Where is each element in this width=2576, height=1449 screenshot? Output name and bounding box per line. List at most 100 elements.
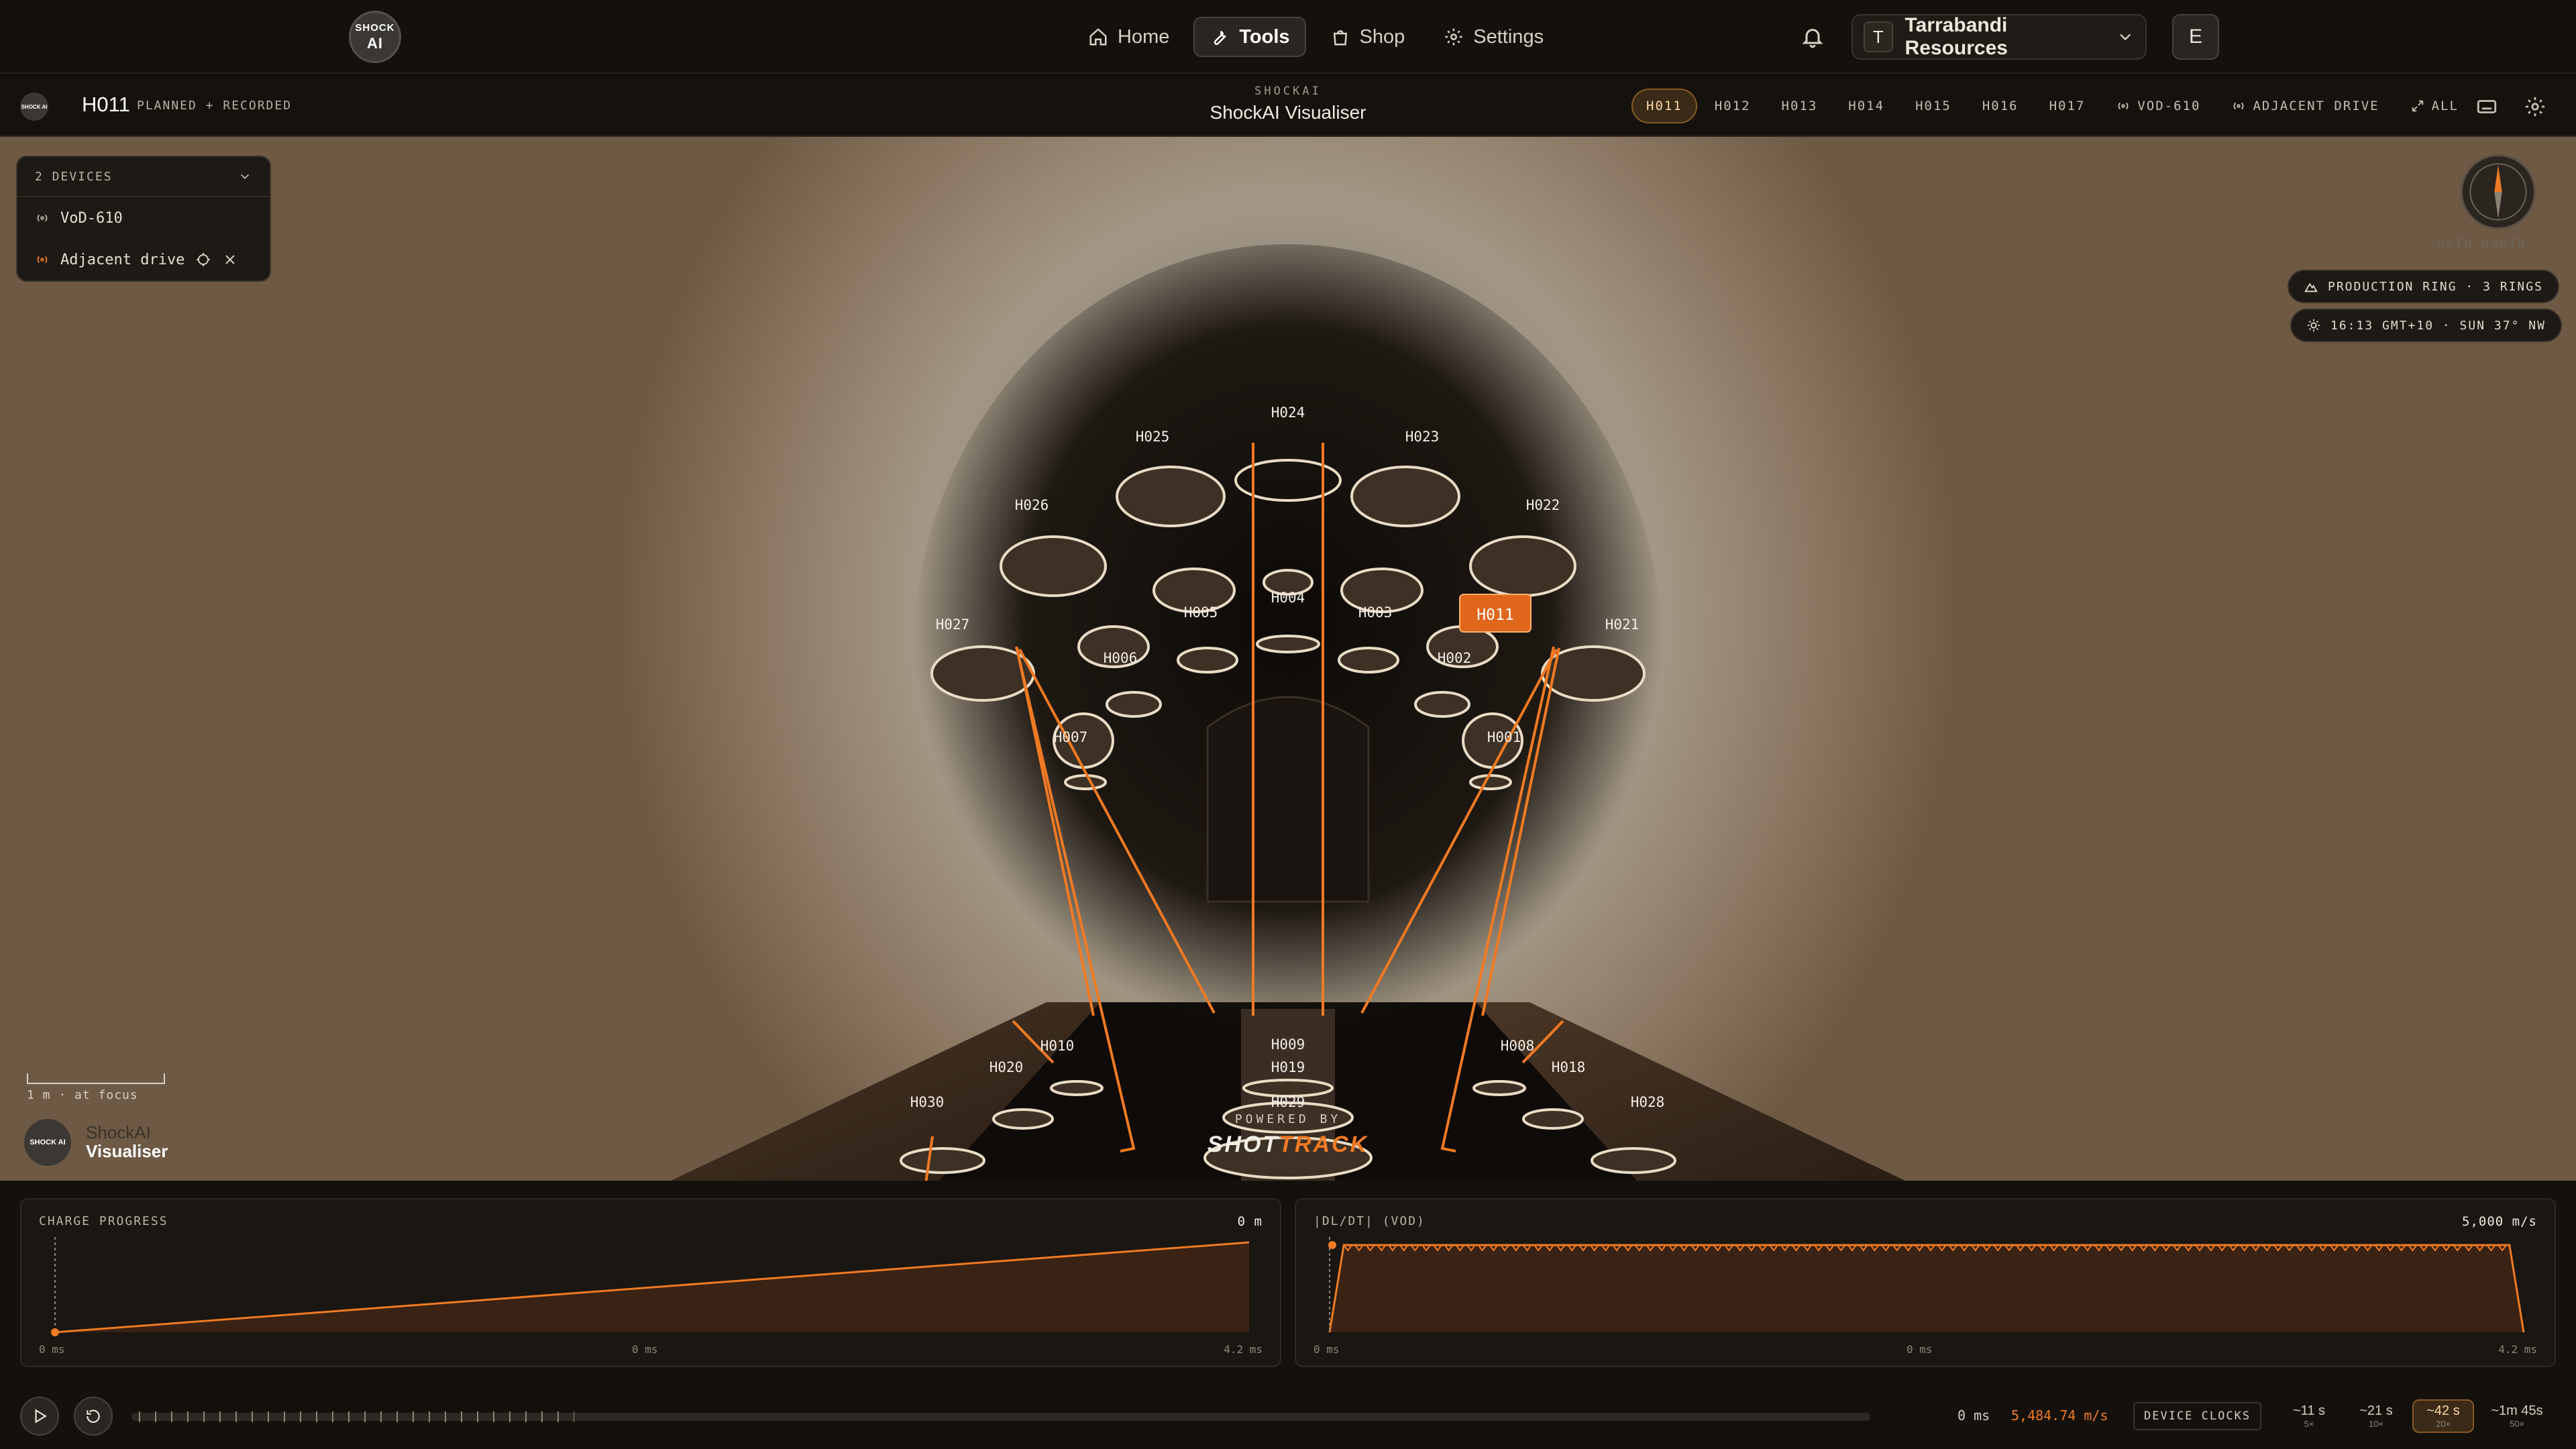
scale-label: 1 m · at focus — [27, 1088, 138, 1102]
tunnel-scene: H024 H025 H023 H026 H022 H027 H021 H005 … — [671, 244, 1905, 1181]
gear-icon[interactable] — [2524, 95, 2546, 118]
visualiser-app: SHOCK AI Home Tools Shop Settings T Tarr… — [0, 0, 2576, 1449]
nav-home[interactable]: Home — [1073, 17, 1184, 57]
powered-by: POWERED BY SHOTTRACK — [1154, 1112, 1422, 1158]
nav-settings[interactable]: Settings — [1429, 17, 1558, 57]
hole-label-h030: H030 — [910, 1094, 945, 1110]
start-point — [51, 1328, 59, 1336]
top-navigation: SHOCK AI Home Tools Shop Settings T Tarr… — [0, 0, 2576, 74]
sun-icon — [2307, 319, 2320, 332]
org-name: Tarrabandi Resources — [1904, 14, 2008, 59]
close-icon[interactable] — [222, 252, 238, 268]
signal-icon — [2234, 102, 2244, 110]
sun-time-pill[interactable]: 16:13 GMT+10 · SUN 37° NW — [2290, 309, 2562, 342]
hole-label-h007: H007 — [1054, 729, 1088, 745]
chip-all[interactable]: ALL — [2397, 89, 2472, 123]
bell-icon[interactable] — [1801, 24, 1825, 50]
chip-vod610[interactable]: VOD-610 — [2102, 89, 2214, 123]
keyboard-icon[interactable] — [2475, 95, 2498, 118]
chip-h015[interactable]: H015 — [1902, 89, 1965, 123]
signal-icon — [37, 214, 48, 222]
hole-label-h004: H004 — [1271, 590, 1305, 606]
nav-links: Home Tools Shop Settings — [1073, 17, 1558, 57]
wordmark-line1: ShockAI — [86, 1122, 151, 1142]
chip-adjacent-drive[interactable]: ADJACENT DRIVE — [2218, 89, 2392, 123]
brand-part-b: TRACK — [1279, 1132, 1369, 1157]
current-time: 0 ms — [1957, 1407, 1990, 1424]
app-name: ShockAI Visualiser — [1210, 102, 1366, 123]
hole-label-h024: H024 — [1271, 405, 1305, 421]
replay-icon — [87, 1409, 100, 1424]
replay-button[interactable] — [74, 1397, 113, 1436]
zoom-duration: ~11 s — [2293, 1403, 2325, 1418]
x-tick: 4.2 ms — [2498, 1343, 2537, 1356]
zoom-multiplier: 5× — [2304, 1419, 2314, 1429]
charge-progress-plot — [51, 1237, 1250, 1336]
tunnel-arch — [1206, 696, 1370, 903]
hole-label-h025: H025 — [1136, 429, 1170, 445]
chip-h017[interactable]: H017 — [2036, 89, 2099, 123]
visualiser-logo: SHOCK AI — [24, 1119, 71, 1166]
chip-vod610-label: VOD-610 — [2137, 99, 2201, 113]
device-row-vod610[interactable]: VoD-610 — [17, 197, 270, 239]
x-tick: 0 ms — [39, 1343, 65, 1356]
chip-h016[interactable]: H016 — [1969, 89, 2032, 123]
nav-shop[interactable]: Shop — [1316, 17, 1420, 57]
hole-label-h006: H006 — [1104, 650, 1138, 666]
user-avatar-button[interactable]: E — [2172, 14, 2219, 60]
zoom-option-10x[interactable]: ~21 s 10× — [2345, 1399, 2407, 1433]
zoom-option-20x[interactable]: ~42 s 20× — [2412, 1399, 2474, 1433]
devices-panel: 2 DEVICES VoD-610 Adjacent drive — [16, 156, 271, 282]
play-button[interactable] — [20, 1397, 59, 1436]
chip-h014[interactable]: H014 — [1835, 89, 1898, 123]
zoom-option-50x[interactable]: ~1m 45s 50× — [2486, 1399, 2548, 1433]
zoom-multiplier: 10× — [2368, 1419, 2384, 1429]
vod-plot — [1328, 1237, 2525, 1333]
chevron-down-icon — [240, 174, 250, 180]
selected-hole-label: H011 — [1477, 606, 1513, 624]
expand-icon — [2412, 100, 2423, 112]
current-speed: 5,484.74 m/s — [2011, 1407, 2108, 1424]
org-avatar: T — [1864, 21, 1893, 52]
nav-tools[interactable]: Tools — [1193, 17, 1306, 57]
production-ring-pill[interactable]: PRODUCTION RING · 3 RINGS — [2288, 270, 2559, 303]
compass-widget[interactable] — [2461, 154, 2536, 229]
chart-value: 5,000 m/s — [2462, 1214, 2537, 1229]
chevron-down-icon — [2119, 34, 2131, 41]
mountain-icon — [2304, 282, 2318, 292]
device-row-adjacent-drive[interactable]: Adjacent drive — [17, 239, 270, 280]
chip-h012[interactable]: H012 — [1701, 89, 1764, 123]
hole-label-h002: H002 — [1438, 650, 1472, 666]
brand-label: SHOCKAI — [1254, 85, 1322, 98]
ring-label: PRODUCTION RING · 3 RINGS — [2328, 279, 2543, 294]
target-icon[interactable] — [195, 252, 211, 268]
chip-adjacent-drive-label: ADJACENT DRIVE — [2253, 99, 2379, 113]
chart-value: 0 m — [1237, 1214, 1263, 1229]
zoom-option-5x[interactable]: ~11 s 5× — [2278, 1399, 2340, 1433]
selected-hole-marker[interactable]: H011 — [1459, 594, 1532, 633]
org-switcher[interactable]: T Tarrabandi Resources — [1851, 14, 2147, 60]
x-tick: 0 ms — [632, 1343, 658, 1356]
hole-title: H011 — [82, 93, 130, 116]
start-point — [1328, 1241, 1336, 1249]
3d-viewport[interactable]: H024 H025 H023 H026 H022 H027 H021 H005 … — [0, 137, 2576, 1181]
shottrack-wordmark: SHOTTRACK — [1154, 1132, 1422, 1158]
device-label: Adjacent drive — [60, 251, 185, 268]
gear-icon — [1445, 28, 1462, 46]
time-label: 16:13 GMT+10 · SUN 37° NW — [2330, 318, 2546, 333]
play-icon — [35, 1409, 47, 1424]
chip-all-label: ALL — [2431, 99, 2459, 113]
chip-h013[interactable]: H013 — [1768, 89, 1831, 123]
logo-line2: AI — [367, 34, 383, 52]
device-clocks-button[interactable]: DEVICE CLOCKS — [2133, 1402, 2262, 1430]
small-logo: SHOCK AI — [20, 93, 48, 121]
devices-panel-header[interactable]: 2 DEVICES — [17, 157, 270, 197]
visualiser-header: SHOCK AI H011 PLANNED + RECORDED SHOCKAI… — [0, 75, 2576, 137]
hole-label-h008: H008 — [1501, 1038, 1535, 1054]
hole-label-h026: H026 — [1015, 497, 1049, 513]
shockai-logo[interactable]: SHOCK AI — [349, 11, 401, 63]
chip-h011[interactable]: H011 — [1631, 89, 1697, 123]
hole-label-h005: H005 — [1184, 604, 1218, 621]
hole-label-h028: H028 — [1631, 1094, 1665, 1110]
powered-by-label: POWERED BY — [1234, 1112, 1342, 1126]
